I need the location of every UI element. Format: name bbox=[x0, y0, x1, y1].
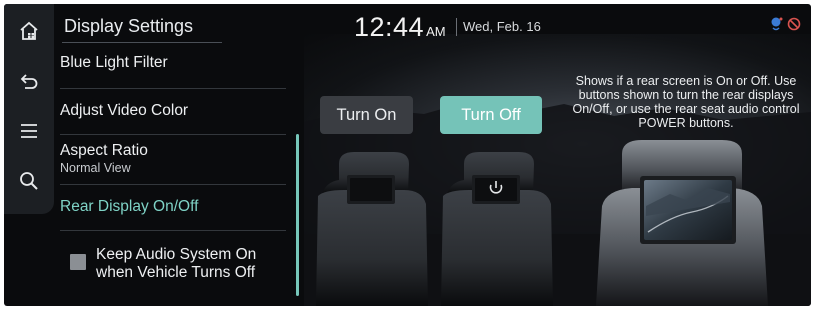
menu-item-label: Rear Display On/Off bbox=[60, 198, 199, 215]
status-icons bbox=[768, 16, 804, 37]
search-icon[interactable] bbox=[14, 166, 44, 196]
voice-recognition-icon bbox=[771, 17, 783, 31]
scrollbar[interactable] bbox=[296, 134, 299, 296]
menu-item-value: Normal View bbox=[60, 161, 131, 175]
display-settings-screen: Display Settings 12:44 AM Wed, Feb. 16 Bl… bbox=[4, 4, 811, 306]
right-seat bbox=[441, 152, 553, 306]
home-icon[interactable] bbox=[14, 16, 44, 46]
menu-item-label: Aspect Ratio bbox=[60, 142, 148, 159]
menu-item-adjust-video-color[interactable]: Adjust Video Color bbox=[60, 102, 288, 120]
menu-item-blue-light-filter[interactable]: Blue Light Filter bbox=[60, 54, 288, 72]
menu-item-label: Blue Light Filter bbox=[60, 54, 168, 71]
clock-time: 12:44 bbox=[354, 12, 425, 42]
clock-ampm: AM bbox=[426, 24, 446, 39]
clock-date: Wed, Feb. 16 bbox=[463, 19, 541, 34]
clock: 12:44 AM bbox=[354, 12, 446, 43]
rear-seats-illustration bbox=[316, 152, 553, 306]
menu-item-rear-display[interactable]: Rear Display On/Off bbox=[60, 198, 288, 216]
back-icon[interactable] bbox=[14, 66, 44, 96]
turn-off-button[interactable]: Turn Off bbox=[440, 96, 542, 134]
rear-screen-illustration bbox=[596, 140, 768, 306]
keep-audio-checkbox[interactable] bbox=[70, 254, 86, 270]
turn-on-button[interactable]: Turn On bbox=[320, 96, 413, 134]
header-separator bbox=[456, 18, 457, 36]
navigation-rail bbox=[4, 4, 54, 214]
menu-divider bbox=[60, 88, 286, 89]
menu-icon[interactable] bbox=[14, 116, 44, 146]
menu-item-aspect-ratio[interactable]: Aspect Ratio Normal View bbox=[60, 142, 288, 175]
page-title: Display Settings bbox=[64, 16, 194, 36]
menu-item-label: Adjust Video Color bbox=[60, 102, 189, 119]
info-description: Shows if a rear screen is On or Off. Use… bbox=[572, 74, 800, 130]
menu-divider bbox=[60, 230, 286, 231]
menu-divider bbox=[60, 184, 286, 185]
left-seat bbox=[316, 152, 428, 306]
title-divider bbox=[62, 42, 222, 43]
mute-icon bbox=[787, 17, 801, 31]
keep-audio-label[interactable]: Keep Audio System On when Vehicle Turns … bbox=[96, 246, 296, 282]
menu-divider bbox=[60, 134, 286, 135]
